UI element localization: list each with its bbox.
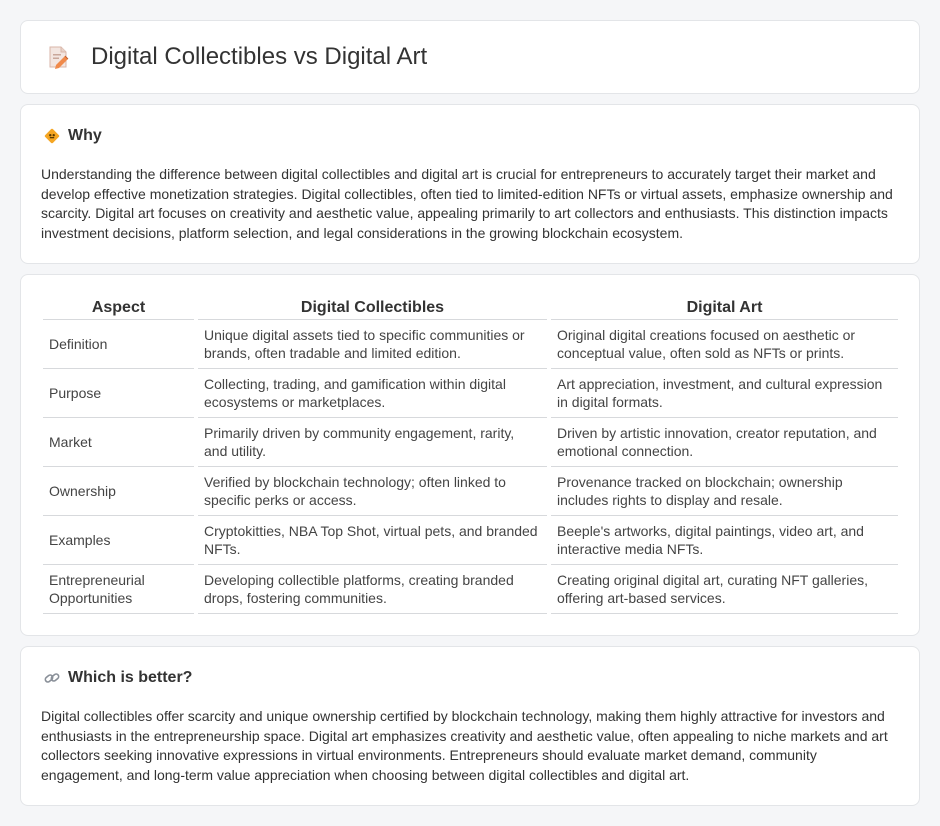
row-aspect: Purpose	[43, 368, 196, 418]
sign-icon	[43, 127, 61, 145]
row-art: Driven by artistic innovation, creator r…	[547, 417, 898, 467]
better-text: Digital collectibles offer scarcity and …	[41, 708, 888, 783]
table-row: Market Primarily driven by community eng…	[43, 417, 898, 467]
document-pencil-icon	[49, 46, 69, 69]
table-row: Definition Unique digital assets tied to…	[43, 319, 898, 369]
table-row: Ownership Verified by blockchain technol…	[43, 466, 898, 516]
row-aspect: Ownership	[43, 466, 196, 516]
why-title: Why	[68, 127, 102, 144]
row-art: Original digital creations focused on ae…	[547, 319, 898, 369]
comparison-table-card: Aspect Digital Collectibles Digital Art …	[20, 274, 920, 636]
row-art: Beeple's artworks, digital paintings, vi…	[547, 515, 898, 565]
table-header-row: Aspect Digital Collectibles Digital Art	[43, 297, 898, 320]
why-heading: Why	[43, 127, 102, 145]
row-art: Creating original digital art, curating …	[547, 564, 898, 614]
header-digital-collectibles: Digital Collectibles	[194, 297, 549, 320]
better-heading: Which is better?	[43, 669, 192, 687]
which-is-better-section: Which is better? Digital collectibles of…	[20, 646, 920, 806]
table-row: Examples Cryptokitties, NBA Top Shot, vi…	[43, 515, 898, 565]
comparison-table: Aspect Digital Collectibles Digital Art …	[43, 297, 898, 614]
page-title: Digital Collectibles vs Digital Art	[91, 43, 428, 70]
row-collectibles: Unique digital assets tied to specific c…	[194, 319, 549, 369]
why-text: Understanding the difference between dig…	[41, 166, 893, 241]
row-collectibles: Cryptokitties, NBA Top Shot, virtual pet…	[194, 515, 549, 565]
why-section: Why Understanding the difference between…	[20, 104, 920, 264]
header-aspect: Aspect	[43, 297, 196, 320]
header-digital-art: Digital Art	[547, 297, 898, 320]
row-aspect: Examples	[43, 515, 196, 565]
table-row: Entrepreneurial Opportunities Developing…	[43, 564, 898, 614]
better-title: Which is better?	[68, 669, 193, 686]
link-icon	[43, 669, 61, 687]
row-collectibles: Developing collectible platforms, creati…	[194, 564, 549, 614]
row-aspect: Entrepreneurial Opportunities	[43, 564, 196, 614]
row-collectibles: Collecting, trading, and gamification wi…	[194, 368, 549, 418]
row-aspect: Market	[43, 417, 196, 467]
row-collectibles: Verified by blockchain technology; often…	[194, 466, 549, 516]
row-art: Provenance tracked on blockchain; owners…	[547, 466, 898, 516]
row-aspect: Definition	[43, 319, 196, 369]
row-art: Art appreciation, investment, and cultur…	[547, 368, 898, 418]
table-row: Purpose Collecting, trading, and gamific…	[43, 368, 898, 418]
row-collectibles: Primarily driven by community engagement…	[194, 417, 549, 467]
header-card: Digital Collectibles vs Digital Art	[20, 20, 920, 94]
